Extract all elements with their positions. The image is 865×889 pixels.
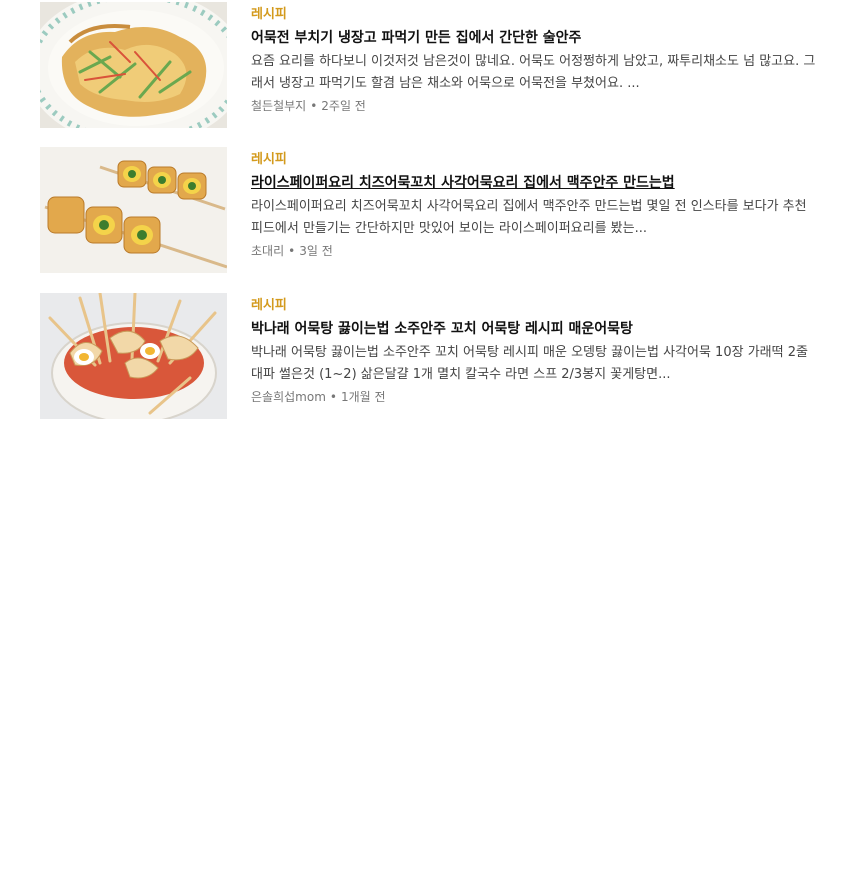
thumbnail-illustration: [40, 2, 227, 128]
list-item[interactable]: 레시피 라이스페이퍼요리 치즈어묵꼬치 사각어묵요리 집에서 맥주안주 만드는법…: [40, 147, 820, 273]
thumbnail-illustration: [40, 293, 227, 419]
article-title[interactable]: 어묵전 부치기 냉장고 파먹기 만든 집에서 간단한 술안주: [251, 28, 816, 48]
cheese-fishcake-skewer-image[interactable]: [40, 147, 227, 273]
author-name[interactable]: 초대리: [251, 244, 284, 258]
meta-separator: •: [288, 244, 296, 258]
thumbnail-illustration: [40, 147, 227, 273]
author-name[interactable]: 철든철부지: [251, 99, 306, 113]
article-meta: 철든철부지 • 2주일 전: [251, 95, 816, 117]
article-text: 레시피 라이스페이퍼요리 치즈어묵꼬치 사각어묵요리 집에서 맥주안주 만드는법…: [251, 152, 816, 262]
article-title[interactable]: 라이스페이퍼요리 치즈어묵꼬치 사각어묵요리 집에서 맥주안주 만드는법: [251, 173, 816, 193]
article-title[interactable]: 박나래 어묵탕 끓이는법 소주안주 꼬치 어묵탕 레시피 매운어묵탕: [251, 319, 816, 339]
category-label[interactable]: 레시피: [251, 152, 816, 168]
list-item[interactable]: 레시피 박나래 어묵탕 끓이는법 소주안주 꼬치 어묵탕 레시피 매운어묵탕 박…: [40, 293, 820, 419]
article-text: 레시피 어묵전 부치기 냉장고 파먹기 만든 집에서 간단한 술안주 요즘 요리…: [251, 7, 816, 117]
meta-separator: •: [310, 99, 318, 113]
article-text: 레시피 박나래 어묵탕 끓이는법 소주안주 꼬치 어묵탕 레시피 매운어묵탕 박…: [251, 298, 816, 408]
article-description[interactable]: 라이스페이퍼요리 치즈어묵꼬치 사각어묵요리 집에서 맥주안주 만드는법 몇일 …: [251, 196, 816, 240]
article-meta: 초대리 • 3일 전: [251, 240, 816, 262]
post-time: 3일 전: [299, 244, 333, 258]
article-description[interactable]: 박나래 어묵탕 끓이는법 소주안주 꼬치 어묵탕 레시피 매운 오뎅탕 끓이는법…: [251, 342, 816, 386]
author-name[interactable]: 은솔희섭mom: [251, 390, 326, 404]
spicy-fishcake-soup-image[interactable]: [40, 293, 227, 419]
fish-cake-pancake-image[interactable]: [40, 2, 227, 128]
article-description[interactable]: 요즘 요리를 하다보니 이것저것 남은것이 많네요. 어묵도 어정쩡하게 남았고…: [251, 51, 816, 95]
article-meta: 은솔희섭mom • 1개월 전: [251, 386, 816, 408]
post-time: 1개월 전: [340, 390, 386, 404]
meta-separator: •: [329, 390, 337, 404]
post-time: 2주일 전: [321, 99, 366, 113]
list-item[interactable]: 레시피 어묵전 부치기 냉장고 파먹기 만든 집에서 간단한 술안주 요즘 요리…: [40, 2, 820, 128]
category-label[interactable]: 레시피: [251, 7, 816, 23]
category-label[interactable]: 레시피: [251, 298, 816, 314]
